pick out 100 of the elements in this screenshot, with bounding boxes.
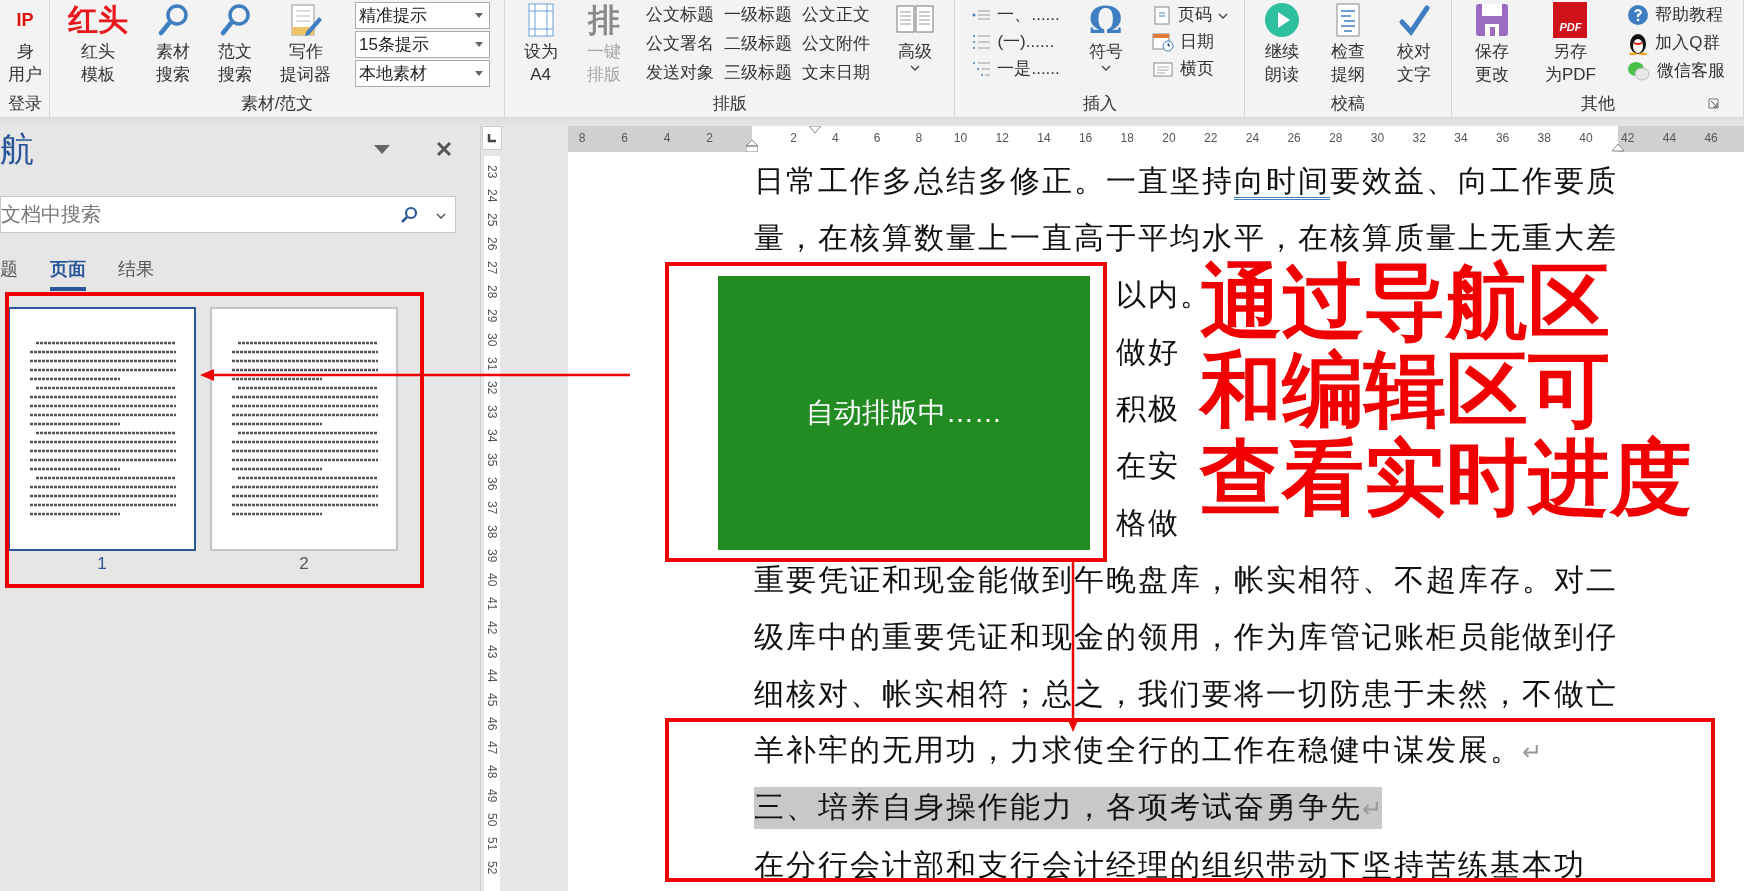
ruler-number: 27	[486, 261, 498, 275]
ruler-number: 44	[1662, 131, 1677, 145]
ribbon-text-button[interactable]: 三级标题	[724, 62, 793, 84]
ribbon-small-button[interactable]: 一是......	[971, 58, 1060, 80]
dropdown-field[interactable]: 本地素材	[355, 60, 490, 87]
page-number: 2	[299, 555, 309, 573]
ruler-number: 26	[486, 237, 498, 251]
ruler-number: 10	[953, 131, 968, 145]
ruler-number: 45	[486, 693, 498, 707]
ruler-number: 48	[486, 765, 498, 779]
tab[interactable]: 题	[0, 251, 18, 291]
ruler-number: 41	[486, 597, 498, 611]
landscape-page-icon	[1151, 59, 1174, 79]
ribbon-button[interactable]: 范文 搜索	[214, 2, 256, 86]
ruler-number: 14	[1037, 131, 1051, 145]
search-icon[interactable]	[400, 206, 418, 224]
ribbon-small-button[interactable]: 横页	[1151, 58, 1228, 80]
ribbon-button[interactable]: 保存 更改	[1469, 2, 1514, 86]
pdf-icon: PDF	[1553, 2, 1588, 38]
calendar-icon	[1151, 32, 1174, 52]
ribbon-button[interactable]: PDF 另存 为PDF	[1541, 2, 1600, 86]
ribbon-button[interactable]: 检查 提纲	[1327, 2, 1369, 86]
ribbon-text-button[interactable]: 一级标题	[724, 4, 793, 26]
ribbon-button[interactable]: Ω 符号	[1084, 2, 1127, 71]
ruler-number: 44	[486, 669, 498, 683]
ruler-number: 30	[486, 333, 498, 347]
ruler-number: 26	[1287, 131, 1301, 145]
dropdown-field[interactable]: 精准提示	[355, 2, 490, 29]
ruler-number: 29	[486, 309, 498, 323]
ribbon-small-button[interactable]: 日期	[1151, 31, 1228, 53]
group-label: 插入	[1082, 93, 1117, 115]
ruler-number: 37	[486, 501, 498, 515]
page-thumbnail[interactable]	[210, 307, 398, 551]
ribbon-text-button[interactable]: 公文附件	[802, 33, 871, 55]
vip-icon: IP	[16, 2, 34, 38]
tab-selector[interactable]	[482, 126, 502, 150]
ribbon-small-button[interactable]: 一、......	[971, 4, 1060, 26]
chevron-down-icon	[436, 213, 446, 219]
dropdown-arrow-icon	[475, 13, 483, 18]
dropdown-arrow-icon	[475, 71, 483, 76]
ribbon-text-button[interactable]: 文末日期	[802, 62, 871, 84]
ruler-number: 51	[486, 837, 498, 851]
ribbon-text-button[interactable]: 公文正文	[802, 4, 871, 26]
ribbon-button[interactable]: 素材 搜索	[152, 2, 194, 86]
ruler-number: 43	[486, 645, 498, 659]
numbered-list-icon	[971, 33, 992, 51]
ruler-number: 30	[1370, 131, 1385, 145]
ruler-number: 32	[1412, 131, 1426, 145]
ruler-number: 16	[1078, 131, 1093, 145]
ruler-number: 6	[873, 131, 881, 145]
page-number-icon	[1151, 5, 1172, 25]
ruler-number: 47	[486, 741, 498, 755]
layout-text-icon: 排	[587, 2, 620, 38]
dropdown-arrow-icon	[475, 42, 483, 47]
ribbon-small-button[interactable]: 微信客服	[1627, 60, 1726, 82]
ruler-number: 31	[486, 357, 498, 371]
ruler-number: 32	[486, 381, 498, 395]
ribbon-small-button[interactable]: 帮助教程	[1627, 4, 1726, 26]
ruler-number: 4	[832, 131, 839, 145]
dialog-launcher-icon[interactable]	[1708, 98, 1719, 109]
search-field[interactable]: 文档中搜索	[0, 196, 456, 233]
close-icon[interactable]	[436, 141, 452, 157]
ruler-number: 46	[1704, 131, 1718, 145]
ribbon-text-button[interactable]: 公文署名	[646, 33, 715, 55]
ribbon-button[interactable]: 写作 提词器	[276, 2, 335, 86]
ribbon-button[interactable]: 继续 朗读	[1260, 2, 1305, 86]
ruler-number: 34	[1454, 131, 1468, 145]
page-thumbnail[interactable]	[8, 307, 196, 551]
tab[interactable]: 页面	[50, 251, 86, 291]
ruler-number: 25	[486, 213, 498, 227]
document-text-line: 积极	[1116, 390, 1180, 427]
tab[interactable]: 结果	[118, 251, 154, 291]
ruler-number: 8	[578, 131, 586, 145]
document-text-line: 在分行会计部和支行会计经理的组织带动下坚持苦练基本功	[754, 846, 1586, 883]
ribbon-button[interactable]: 高级	[891, 2, 940, 71]
penguin-icon	[1627, 31, 1650, 55]
ribbon-small-button[interactable]: 加入Q群	[1627, 31, 1726, 55]
ruler-number: 50	[486, 813, 498, 827]
ribbon-text-button[interactable]: 二级标题	[724, 33, 793, 55]
ribbon-button[interactable]: 红头 红头 模板	[64, 2, 132, 86]
ribbon-text-button[interactable]: 发送对象	[646, 62, 715, 84]
group-label: 排版	[712, 93, 747, 115]
omega-icon: Ω	[1088, 2, 1123, 38]
ruler-number: 33	[486, 405, 498, 419]
ribbon-button[interactable]: IP 身 用户	[4, 2, 46, 86]
ruler-number: 36	[1495, 131, 1510, 145]
dropdown-field[interactable]: 15条提示	[355, 31, 490, 58]
dropdown-icon[interactable]	[374, 144, 390, 154]
ribbon-small-button[interactable]: (一)......	[971, 31, 1060, 53]
ribbon-small-button[interactable]: 页码	[1151, 4, 1228, 26]
ribbon-button[interactable]: 设为 A4	[519, 2, 562, 86]
ribbon-button[interactable]: 校对 文字	[1391, 2, 1436, 86]
tab-stop-icon	[487, 133, 497, 143]
ruler-number: 8	[915, 131, 923, 145]
ruler-number: 49	[486, 789, 498, 803]
ribbon-text-button[interactable]: 公文标题	[646, 4, 715, 26]
group-label: 登录	[7, 93, 42, 115]
ruler-number: 6	[621, 131, 628, 145]
ruler-number: 18	[1120, 131, 1134, 145]
ruler-number: 2	[790, 131, 798, 145]
